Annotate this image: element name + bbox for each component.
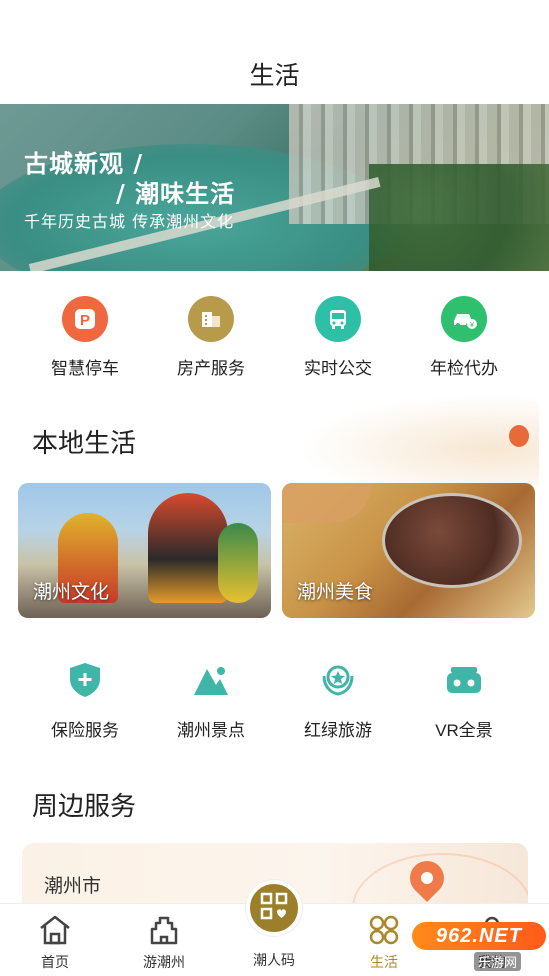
decoration-cloud [299, 395, 539, 485]
svg-text:¥: ¥ [470, 322, 474, 329]
tab-home[interactable]: 首页 [15, 912, 95, 972]
grid-icon [366, 912, 402, 948]
tab-label: 游潮州 [143, 954, 185, 970]
card-label: 潮州美食 [297, 582, 374, 603]
local-life-title: 本地生活 [32, 428, 137, 458]
service-vr[interactable]: VR全景 [409, 660, 519, 741]
pagoda-icon [146, 912, 182, 948]
lantern-icon [509, 425, 529, 447]
home-icon [37, 912, 73, 948]
performer-figure [148, 493, 228, 603]
card-label: 潮州文化 [33, 582, 110, 603]
service-label: 红绿旅游 [304, 721, 372, 740]
quick-item-inspection[interactable]: ¥ 年检代办 [409, 296, 519, 379]
quick-item-label: 智慧停车 [51, 359, 119, 378]
food-dish [382, 493, 522, 588]
shield-plus-icon [65, 660, 105, 700]
quick-item-parking[interactable]: P 智慧停车 [30, 296, 140, 379]
banner[interactable]: 古城新观 / / 潮味生活 千年历史古城 传承潮州文化 [0, 104, 549, 271]
performer-figure [218, 523, 258, 603]
qr-code-button[interactable] [246, 880, 302, 936]
star-wreath-icon [318, 660, 358, 700]
nearby-city: 潮州市 [44, 876, 102, 897]
quick-item-housing[interactable]: 房产服务 [156, 296, 266, 379]
page-title: 生活 [249, 62, 300, 90]
card-food[interactable]: 潮州美食 [282, 483, 535, 618]
quick-item-label: 实时公交 [304, 359, 372, 378]
header: 生活 [0, 0, 549, 104]
banner-tagline: 千年历史古城 传承潮州文化 [24, 212, 235, 231]
service-scenic[interactable]: 潮州景点 [156, 660, 266, 741]
banner-trees [369, 164, 549, 271]
service-insurance[interactable]: 保险服务 [30, 660, 140, 741]
quick-item-label: 房产服务 [177, 359, 245, 378]
banner-title-line2: / 潮味生活 [116, 179, 236, 208]
car-inspection-icon: ¥ [441, 296, 487, 342]
food-bowl [282, 483, 372, 523]
parking-icon: P [62, 296, 108, 342]
tab-tour[interactable]: 游潮州 [124, 912, 204, 972]
tab-label-qr: 潮人码 [253, 952, 295, 968]
quick-item-bus[interactable]: 实时公交 [283, 296, 393, 379]
quick-services: P 智慧停车 房产服务 实时公交 ¥ 年检代办 [0, 296, 549, 380]
nearby-title: 周边服务 [32, 791, 137, 821]
service-red-green-travel[interactable]: 红绿旅游 [283, 660, 393, 741]
quick-item-label: 年检代办 [430, 359, 498, 378]
service-label: 潮州景点 [177, 721, 245, 740]
mountain-icon [191, 660, 231, 700]
tab-label: 首页 [41, 954, 69, 970]
service-label: VR全景 [435, 721, 493, 740]
service-label: 保险服务 [51, 721, 119, 740]
card-culture[interactable]: 潮州文化 [18, 483, 271, 618]
vr-headset-icon [444, 660, 484, 700]
building-icon [188, 296, 234, 342]
watermark-logo-text: 962.NET [412, 922, 546, 950]
bus-icon [315, 296, 361, 342]
svg-text:P: P [80, 312, 90, 329]
services-row: 保险服务 潮州景点 红绿旅游 VR全景 [0, 660, 549, 740]
watermark-logo: 962.NET 乐游网 [412, 922, 546, 971]
watermark-sub-text: 乐游网 [474, 952, 522, 971]
qr-code-icon [259, 891, 289, 926]
